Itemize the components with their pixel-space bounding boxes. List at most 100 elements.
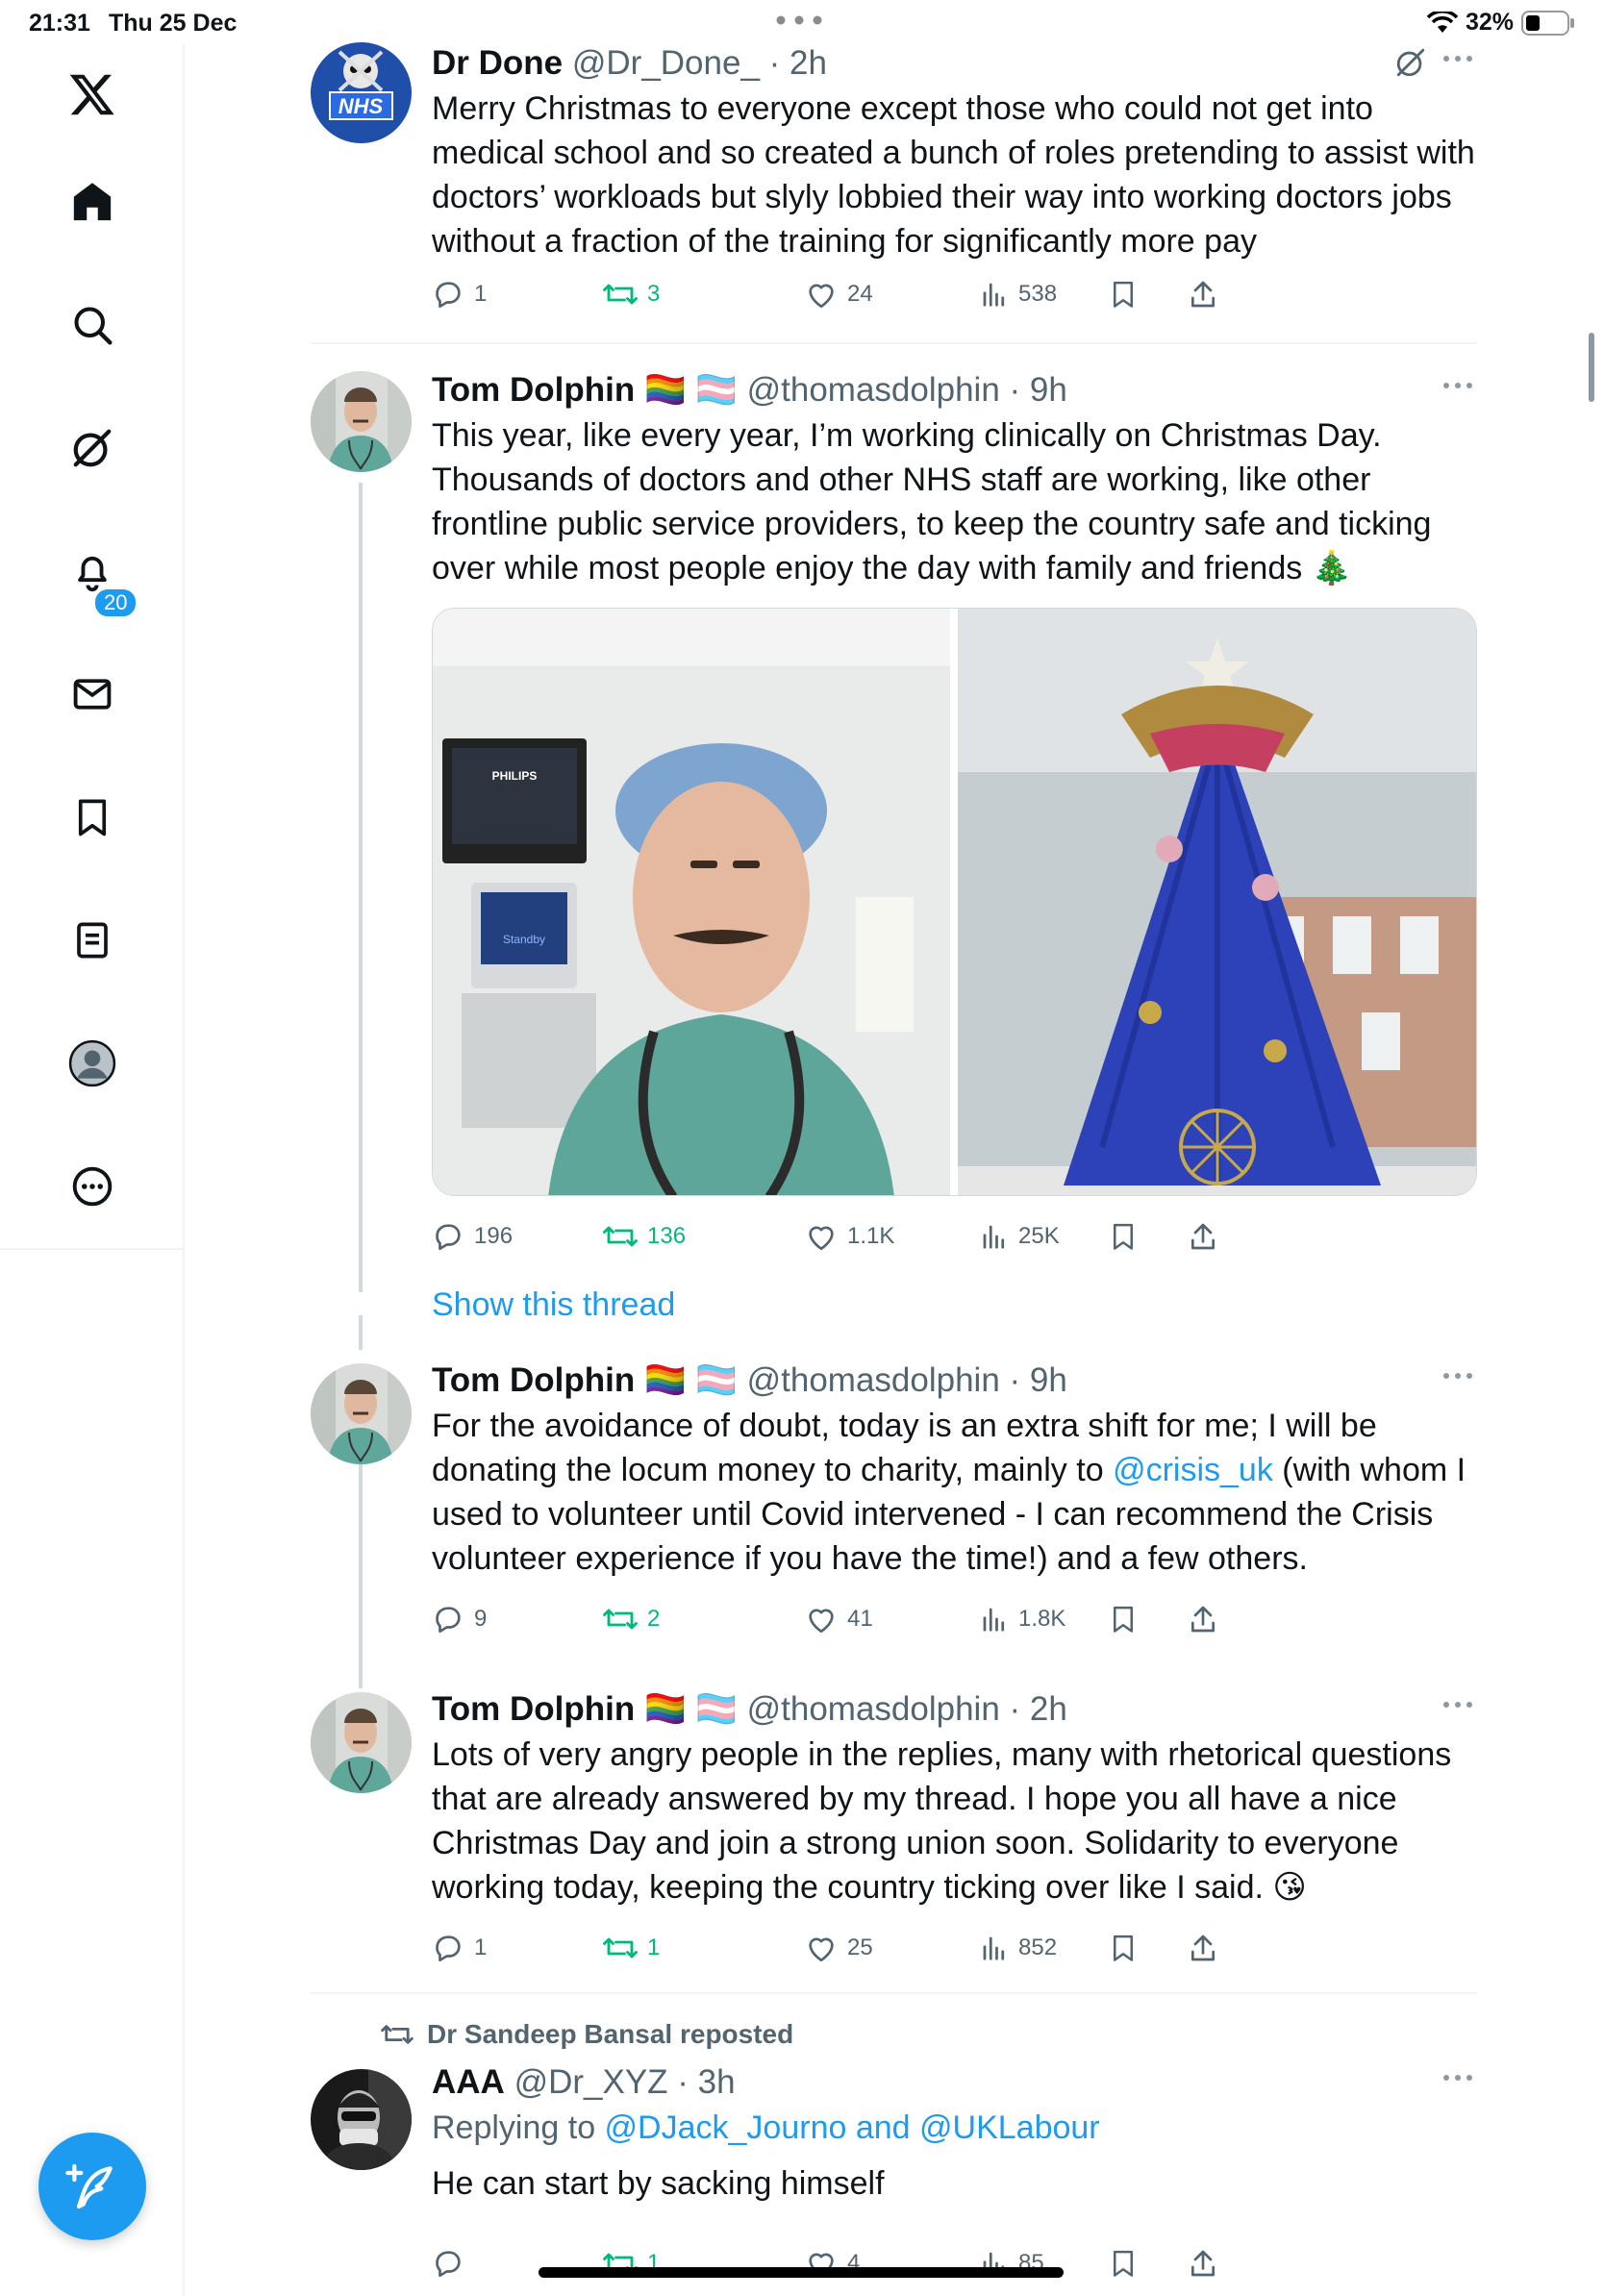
reply-button[interactable]: 9 (432, 1600, 487, 1638)
messages-icon[interactable] (63, 665, 121, 723)
share-button[interactable] (1188, 1217, 1218, 1256)
pride-flags: 🏳️‍🌈 🏳️‍⚧️ (643, 371, 738, 409)
media-selfie-image[interactable]: PHILIPS Standby (433, 609, 952, 1195)
bookmark-button[interactable] (1109, 1600, 1138, 1638)
mention-link[interactable]: @crisis_uk (1113, 1452, 1273, 1488)
multitasking-dots-icon[interactable] (775, 15, 823, 25)
tweet-time[interactable]: · 2h (1010, 1690, 1067, 1728)
reply-button[interactable] (432, 2244, 474, 2283)
share-button[interactable] (1188, 1929, 1218, 1967)
like-count: 24 (847, 281, 873, 307)
tweet-time[interactable]: · 3h (677, 2063, 735, 2101)
author-name[interactable]: Tom Dolphin (432, 1361, 635, 1399)
bookmark-button[interactable] (1109, 1217, 1138, 1256)
tweet-dr-done[interactable]: NHS Dr Done @Dr_Done_ · 2h Merry Christm… (311, 42, 1477, 321)
views-button[interactable]: 852 (980, 1929, 1057, 1967)
more-options-icon[interactable] (63, 1158, 121, 1215)
sidebar: 20 (0, 44, 185, 1250)
wifi-icon (1426, 11, 1458, 33)
lists-icon[interactable] (63, 911, 121, 969)
avatar[interactable] (311, 2069, 412, 2170)
author-handle[interactable]: @Dr_XYZ (514, 2063, 668, 2101)
share-button[interactable] (1188, 275, 1218, 313)
bookmark-button[interactable] (1109, 1929, 1138, 1967)
bookmark-button[interactable] (1109, 275, 1138, 313)
repost-count: 1 (647, 1934, 661, 1960)
share-icon (1188, 1932, 1218, 1964)
like-icon (805, 1603, 838, 1635)
tweet-time[interactable]: · 2h (769, 44, 827, 82)
author-handle[interactable]: @thomasdolphin (747, 371, 1000, 409)
repost-button[interactable]: 136 (603, 1217, 686, 1256)
share-button[interactable] (1188, 1600, 1218, 1638)
repost-icon (603, 1605, 638, 1634)
reply-button[interactable]: 1 (432, 1929, 487, 1967)
author-name[interactable]: Dr Done (432, 44, 563, 82)
repost-button[interactable]: 3 (603, 275, 660, 313)
home-indicator[interactable] (539, 2267, 1064, 2278)
reply-button[interactable]: 196 (432, 1217, 513, 1256)
repost-indicator[interactable]: Dr Sandeep Bansal reposted (381, 2019, 793, 2050)
show-thread-link[interactable]: Show this thread (432, 1286, 675, 1324)
more-options-icon[interactable] (1439, 2063, 1477, 2092)
reply-button[interactable]: 1 (432, 275, 487, 313)
like-button[interactable]: 41 (805, 1600, 873, 1638)
search-icon[interactable] (63, 296, 121, 354)
more-options-icon[interactable] (1439, 1690, 1477, 1719)
author-name[interactable]: Tom Dolphin (432, 1690, 635, 1728)
more-options-icon[interactable] (1439, 371, 1477, 400)
repost-icon (603, 280, 638, 309)
avatar[interactable] (311, 1692, 412, 1793)
tweet-time[interactable]: · 9h (1010, 371, 1067, 409)
divider (311, 342, 1477, 344)
tweet-media[interactable]: PHILIPS Standby (432, 608, 1477, 1196)
author-handle[interactable]: @Dr_Done_ (572, 44, 760, 82)
like-button[interactable]: 1.1K (805, 1217, 894, 1256)
share-button[interactable] (1188, 2244, 1218, 2283)
tweet-time[interactable]: · 9h (1010, 1361, 1067, 1399)
repost-icon (381, 2025, 414, 2044)
avatar[interactable] (311, 371, 412, 472)
media-christmas-tree-image[interactable] (957, 609, 1476, 1195)
replying-to-links[interactable]: @DJack_Journo and @UKLabour (605, 2109, 1100, 2146)
avatar[interactable]: NHS (311, 42, 412, 143)
author-handle[interactable]: @thomasdolphin (747, 1361, 1000, 1399)
battery-percent: 32% (1465, 9, 1514, 36)
reply-count: 9 (474, 1606, 488, 1632)
views-button[interactable]: 25K (980, 1217, 1060, 1256)
home-icon[interactable] (63, 173, 121, 231)
author-handle[interactable]: @thomasdolphin (747, 1690, 1000, 1728)
share-icon (1188, 1220, 1218, 1253)
like-button[interactable]: 24 (805, 275, 873, 313)
pride-flags: 🏳️‍🌈 🏳️‍⚧️ (643, 1361, 738, 1399)
monitor-standby-text: Standby (503, 933, 545, 946)
reply-count: 1 (474, 1934, 488, 1960)
repost-button[interactable]: 1 (603, 1929, 660, 1967)
views-button[interactable]: 1.8K (980, 1600, 1065, 1638)
compose-post-button[interactable] (38, 2133, 146, 2240)
like-button[interactable]: 25 (805, 1929, 873, 1967)
profile-avatar-icon[interactable] (63, 1035, 121, 1092)
scrollbar[interactable] (1589, 333, 1594, 402)
views-count: 852 (1018, 1934, 1058, 1960)
bookmark-button[interactable] (1109, 2244, 1138, 2283)
tweet-tom-dolphin-2[interactable]: Tom Dolphin 🏳️‍🌈 🏳️‍⚧️ @thomasdolphin · … (311, 1360, 1477, 1638)
more-options-icon[interactable] (1439, 44, 1477, 73)
grok-explain-icon[interactable] (1394, 46, 1427, 79)
avatar[interactable] (311, 1363, 412, 1464)
views-button[interactable]: 538 (980, 275, 1057, 313)
tweet-text: He can start by sacking himself (432, 2165, 885, 2202)
repost-button[interactable]: 2 (603, 1600, 660, 1638)
tweet-actions: 196 136 1.1K 25K (432, 1217, 1480, 1256)
author-name[interactable]: AAA (432, 2063, 505, 2101)
bookmark-icon (1109, 1220, 1138, 1253)
avatar-nhs-text: NHS (338, 94, 384, 118)
x-logo-icon[interactable] (63, 65, 121, 123)
bookmarks-icon[interactable] (63, 788, 121, 846)
more-options-icon[interactable] (1439, 1361, 1477, 1390)
tweet-aaa[interactable]: AAA @Dr_XYZ · 3h Replying to @DJack_Jour… (311, 2061, 1477, 2292)
author-name[interactable]: Tom Dolphin (432, 371, 635, 409)
grok-icon[interactable] (63, 419, 121, 477)
views-count: 25K (1018, 1223, 1060, 1249)
tweet-tom-dolphin-3[interactable]: Tom Dolphin 🏳️‍🌈 🏳️‍⚧️ @thomasdolphin · … (311, 1688, 1477, 1967)
